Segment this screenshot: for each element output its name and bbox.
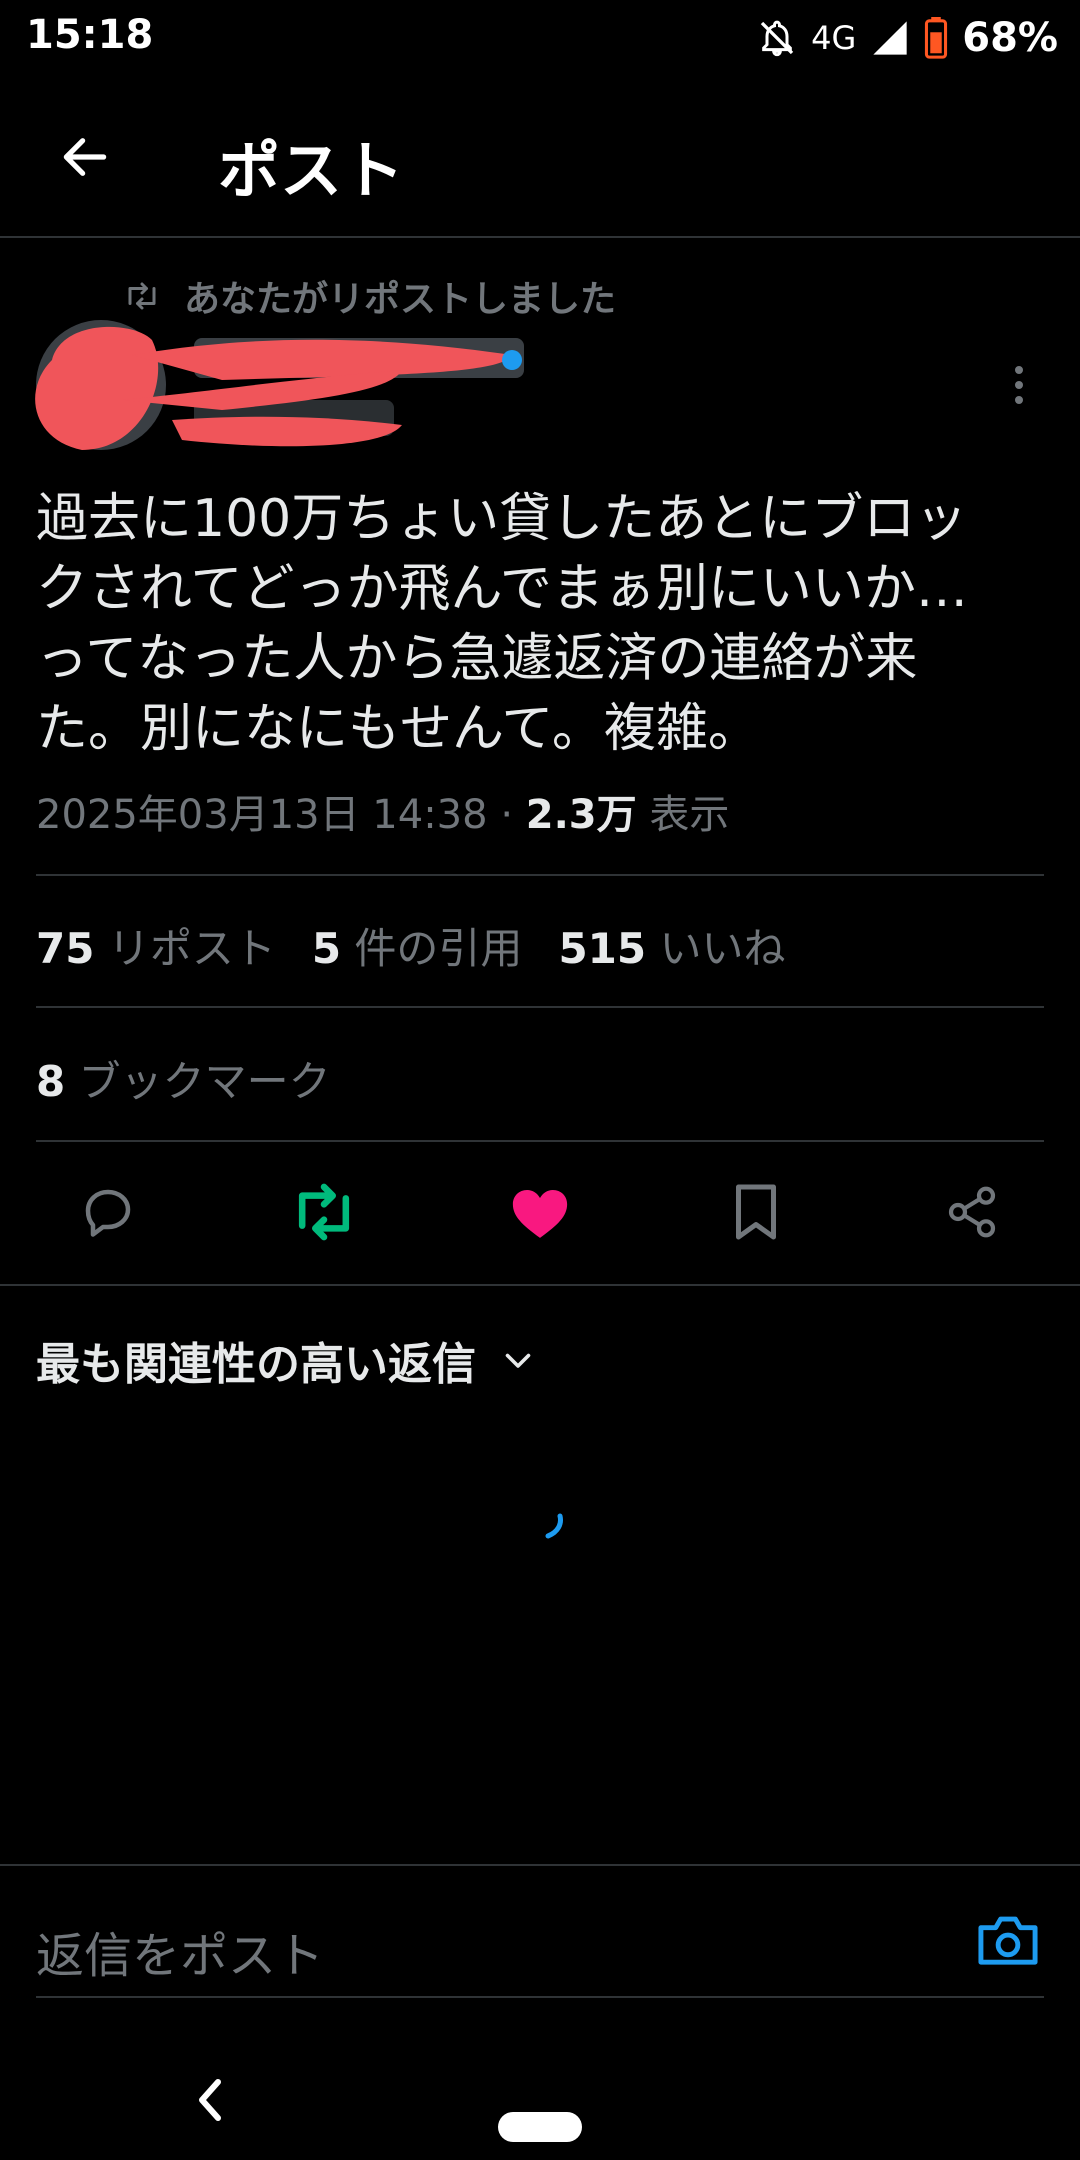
page-title: ポスト	[218, 134, 405, 207]
divider	[36, 1140, 1044, 1142]
engagement-stats: 75 リポスト 5 件の引用 515 いいね	[36, 915, 785, 976]
chevron-down-icon	[505, 1353, 531, 1368]
heart-icon	[512, 1190, 568, 1238]
network-type: 4G	[811, 19, 857, 57]
nav-home-pill[interactable]	[498, 2112, 582, 2142]
more-dot	[1015, 396, 1023, 404]
reply-composer[interactable]: 返信をポスト	[0, 1866, 1080, 2002]
back-button[interactable]	[50, 122, 120, 192]
likes-count: 515	[558, 924, 647, 973]
post-meta: 2025年03月13日 14:38 · 2.3万 表示	[36, 782, 729, 840]
divider	[36, 1996, 1044, 1998]
reply-sort-label: 最も関連性の高い返信	[36, 1339, 476, 1390]
bookmark-button[interactable]	[714, 1170, 798, 1254]
likes-stat[interactable]: 515 いいね	[558, 915, 785, 976]
divider	[36, 1006, 1044, 1008]
repost-icon	[298, 1183, 350, 1241]
share-icon	[948, 1186, 996, 1238]
quotes-label: 件の引用	[354, 924, 523, 973]
reposts-stat[interactable]: 75 リポスト	[36, 915, 276, 976]
bookmark-icon	[736, 1184, 776, 1240]
notifications-off-icon	[760, 20, 794, 57]
post-actions	[0, 1170, 1080, 1254]
nav-back-icon[interactable]	[190, 2070, 230, 2130]
reposts-label: リポスト	[107, 924, 276, 973]
arrow-left-icon	[63, 138, 107, 176]
views-count: 2.3万	[525, 792, 637, 838]
bookmarks-count: 8	[36, 1057, 66, 1106]
loading-spinner	[545, 1513, 563, 1539]
views-label: 表示	[649, 792, 730, 838]
battery-icon	[925, 17, 948, 59]
like-button[interactable]	[498, 1170, 582, 1254]
repost-button[interactable]	[282, 1170, 366, 1254]
post-text: 過去に100万ちょい貸したあとにブロッ クされてどっか飛んでまぁ別にいいか… っ…	[36, 489, 968, 759]
redaction-scribble	[35, 326, 522, 450]
reposts-count: 75	[36, 924, 95, 973]
status-bar: 15:18 4G 68%	[0, 0, 1080, 80]
reply-sort-dropdown[interactable]: 最も関連性の高い返信	[36, 1328, 536, 1392]
camera-icon	[978, 1916, 1038, 1965]
post-timestamp[interactable]: 2025年03月13日 14:38	[36, 792, 488, 838]
status-icons: 4G 68%	[757, 14, 1058, 62]
reply-button[interactable]	[66, 1170, 150, 1254]
top-app-bar: ポスト	[0, 80, 1080, 238]
more-dot	[1015, 366, 1023, 374]
signal-icon	[873, 21, 907, 55]
more-dot	[1015, 381, 1023, 389]
meta-separator: ·	[500, 792, 526, 838]
system-nav-bar	[0, 2040, 1080, 2160]
status-time: 15:18	[26, 12, 154, 58]
divider	[0, 1284, 1080, 1286]
likes-label: いいね	[659, 924, 786, 973]
reply-input[interactable]: 返信をポスト	[36, 1916, 324, 1986]
camera-button[interactable]	[976, 1910, 1040, 1970]
divider	[36, 874, 1044, 876]
bookmarks-label: ブックマーク	[78, 1057, 331, 1106]
reply-icon	[85, 1189, 131, 1237]
share-button[interactable]	[930, 1170, 1014, 1254]
bookmarks-stat[interactable]: 8 ブックマーク	[36, 1048, 331, 1109]
quotes-count: 5	[311, 924, 342, 973]
battery-percent: 68%	[962, 15, 1058, 61]
more-options-button[interactable]	[1004, 360, 1034, 410]
quotes-stat[interactable]: 5 件の引用	[312, 915, 523, 976]
